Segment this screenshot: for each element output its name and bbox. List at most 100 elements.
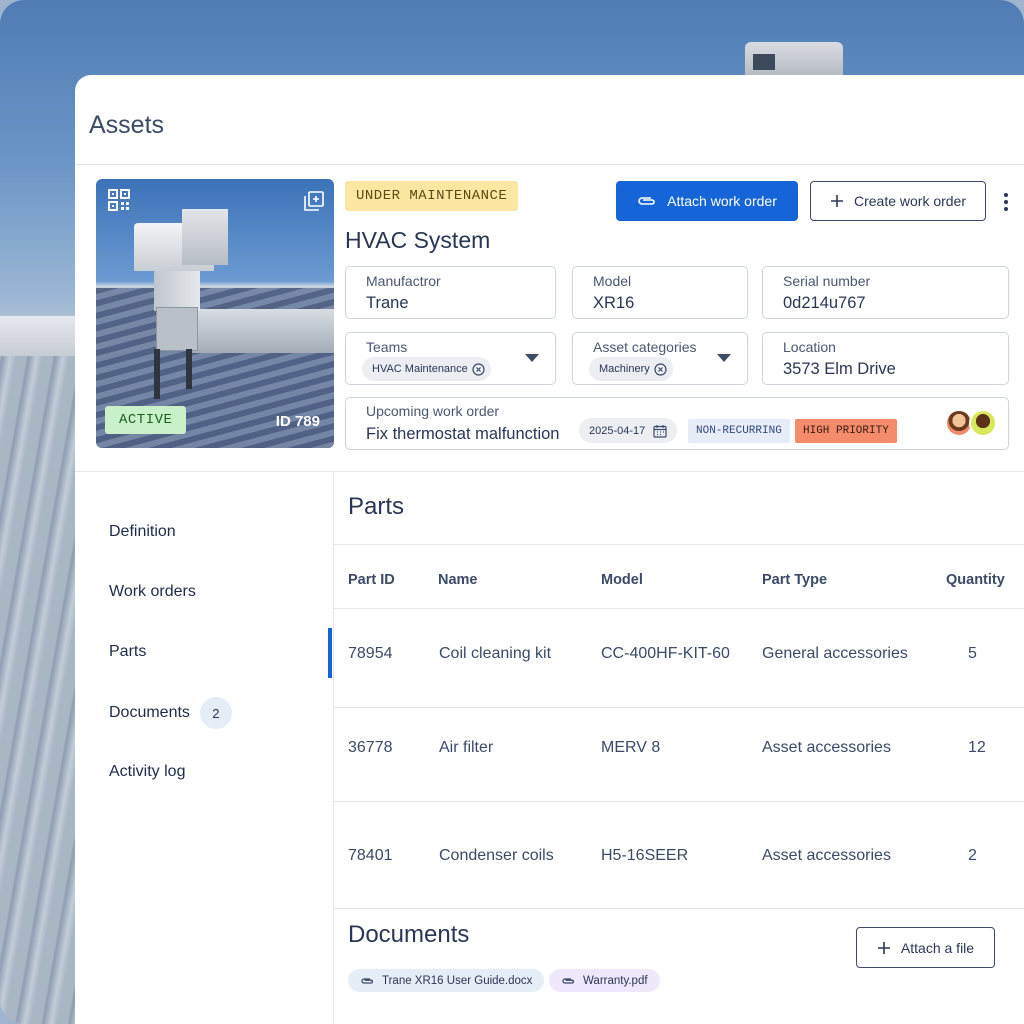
column-header-part-id[interactable]: Part ID (348, 572, 395, 588)
photo-leg (154, 349, 160, 399)
attach-file-label: Attach a file (900, 939, 975, 956)
sidebar-item-parts[interactable]: Parts (109, 643, 146, 661)
paperclip-icon (638, 197, 655, 205)
attach-work-order-label: Attach work order (667, 193, 777, 209)
serial-number-value: 0d214u767 (783, 294, 866, 312)
upcoming-work-order[interactable]: Upcoming work order Fix thermostat malfu… (345, 397, 1009, 450)
due-date: 2025-04-17 (589, 424, 646, 437)
remove-chip-icon[interactable] (472, 362, 485, 376)
column-header-quantity[interactable]: Quantity (946, 572, 1005, 588)
maintenance-status-badge: UNDER MAINTENANCE (345, 181, 519, 211)
sidebar-item-documents[interactable]: Documents 2 (109, 697, 232, 729)
create-work-order-label: Create work order (853, 193, 967, 209)
cell-part-id: 78954 (348, 645, 393, 662)
asset-categories-select[interactable]: Asset categories Machinery (572, 332, 748, 385)
cell-quantity: 5 (968, 645, 977, 662)
plus-icon (877, 941, 890, 954)
page-title: Assets (89, 111, 165, 139)
qr-code-icon[interactable] (108, 189, 130, 211)
asset-photo[interactable]: ACTIVE ID 789 (96, 179, 334, 448)
more-options-icon[interactable] (1000, 191, 1012, 213)
location-label: Location (783, 339, 836, 355)
model-field[interactable]: Model XR16 (572, 266, 748, 319)
upcoming-work-order-label: Upcoming work order (366, 403, 500, 419)
dropdown-arrow-icon[interactable] (525, 354, 539, 362)
serial-number-field[interactable]: Serial number 0d214u767 (762, 266, 1009, 319)
model-value: XR16 (593, 294, 635, 312)
teams-select[interactable]: Teams HVAC Maintenance (345, 332, 556, 385)
cell-part-type: Asset accessories (762, 847, 891, 864)
documents-title: Documents (348, 921, 470, 948)
document-chip[interactable]: Warranty.pdf (549, 969, 660, 992)
asset-id: ID 789 (275, 413, 320, 430)
location-value: 3573 Elm Drive (783, 360, 896, 378)
cell-part-id: 36778 (348, 739, 393, 756)
cell-quantity: 2 (968, 847, 977, 864)
asset-sidebar (75, 472, 334, 1024)
document-name: Warranty.pdf (583, 974, 648, 987)
location-field[interactable]: Location 3573 Elm Drive (762, 332, 1009, 385)
cell-model: H5-16SEER (601, 847, 689, 864)
manufacturer-value: Trane (366, 294, 409, 312)
sidebar-item-label: Documents (109, 704, 190, 721)
photo-duct (192, 309, 334, 353)
asset-name: HVAC System (345, 227, 491, 253)
background-rooftop (0, 316, 76, 356)
recurrence-tag: NON-RECURRING (688, 419, 790, 443)
sidebar-item-activity-log[interactable]: Activity log (109, 763, 185, 781)
row-divider (333, 707, 1024, 708)
cell-part-type: General accessories (762, 645, 908, 662)
parts-divider (333, 544, 1024, 545)
cell-name: Coil cleaning kit (439, 645, 552, 662)
paperclip-icon (562, 977, 574, 984)
model-label: Model (593, 273, 632, 289)
create-work-order-button[interactable]: Create work order (810, 181, 986, 221)
dropdown-arrow-icon[interactable] (717, 354, 731, 362)
manufacturer-label: Manufactror (366, 273, 441, 289)
cell-model: MERV 8 (601, 739, 661, 756)
paperclip-icon (361, 977, 373, 984)
plus-icon (830, 195, 843, 207)
priority-tag: HIGH PRIORITY (795, 419, 897, 443)
attach-file-button[interactable]: Attach a file (856, 927, 995, 968)
document-name: Trane XR16 User Guide.docx (382, 974, 533, 987)
manufacturer-field[interactable]: Manufactror Trane (345, 266, 556, 319)
row-divider (333, 801, 1024, 802)
active-status-badge: ACTIVE (105, 406, 187, 434)
photo-leg (186, 349, 192, 389)
parts-title: Parts (348, 493, 405, 520)
due-date-chip[interactable]: 2025-04-17 (579, 418, 678, 443)
table-header-divider (333, 608, 1024, 609)
active-nav-indicator (328, 628, 332, 678)
row-divider (333, 908, 1024, 909)
category-chip-label: Machinery (599, 363, 650, 375)
category-chip[interactable]: Machinery (589, 357, 673, 381)
column-header-model[interactable]: Model (601, 572, 643, 588)
attach-work-order-button[interactable]: Attach work order (616, 181, 798, 221)
sidebar-item-work-orders[interactable]: Work orders (109, 583, 196, 601)
cell-quantity: 12 (968, 739, 986, 756)
document-chip[interactable]: Trane XR16 User Guide.docx (348, 969, 545, 992)
cell-part-id: 78401 (348, 847, 393, 864)
sidebar-item-definition[interactable]: Definition (109, 523, 176, 541)
asset-card: Assets ACTIVE ID 789 UNDER MAINTENANCE H… (75, 75, 1024, 1024)
calendar-icon (653, 424, 667, 438)
cell-name: Air filter (439, 739, 494, 756)
add-photo-icon[interactable] (304, 191, 324, 211)
cell-name: Condenser coils (439, 847, 554, 864)
cell-model: CC-400HF-KIT-60 (601, 645, 730, 662)
column-header-name[interactable]: Name (438, 572, 478, 588)
photo-hood-top (182, 209, 228, 265)
photo-stem (154, 271, 200, 311)
team-chip[interactable]: HVAC Maintenance (362, 357, 491, 381)
asset-categories-label: Asset categories (593, 339, 697, 355)
avatar[interactable] (969, 409, 997, 437)
header-divider (75, 164, 1024, 165)
upcoming-work-order-value: Fix thermostat malfunction (366, 425, 560, 443)
documents-count-badge: 2 (199, 697, 232, 729)
remove-chip-icon[interactable] (654, 362, 667, 376)
team-chip-label: HVAC Maintenance (372, 363, 468, 375)
photo-box (156, 307, 198, 351)
cell-part-type: Asset accessories (762, 739, 891, 756)
column-header-part-type[interactable]: Part Type (762, 572, 827, 588)
